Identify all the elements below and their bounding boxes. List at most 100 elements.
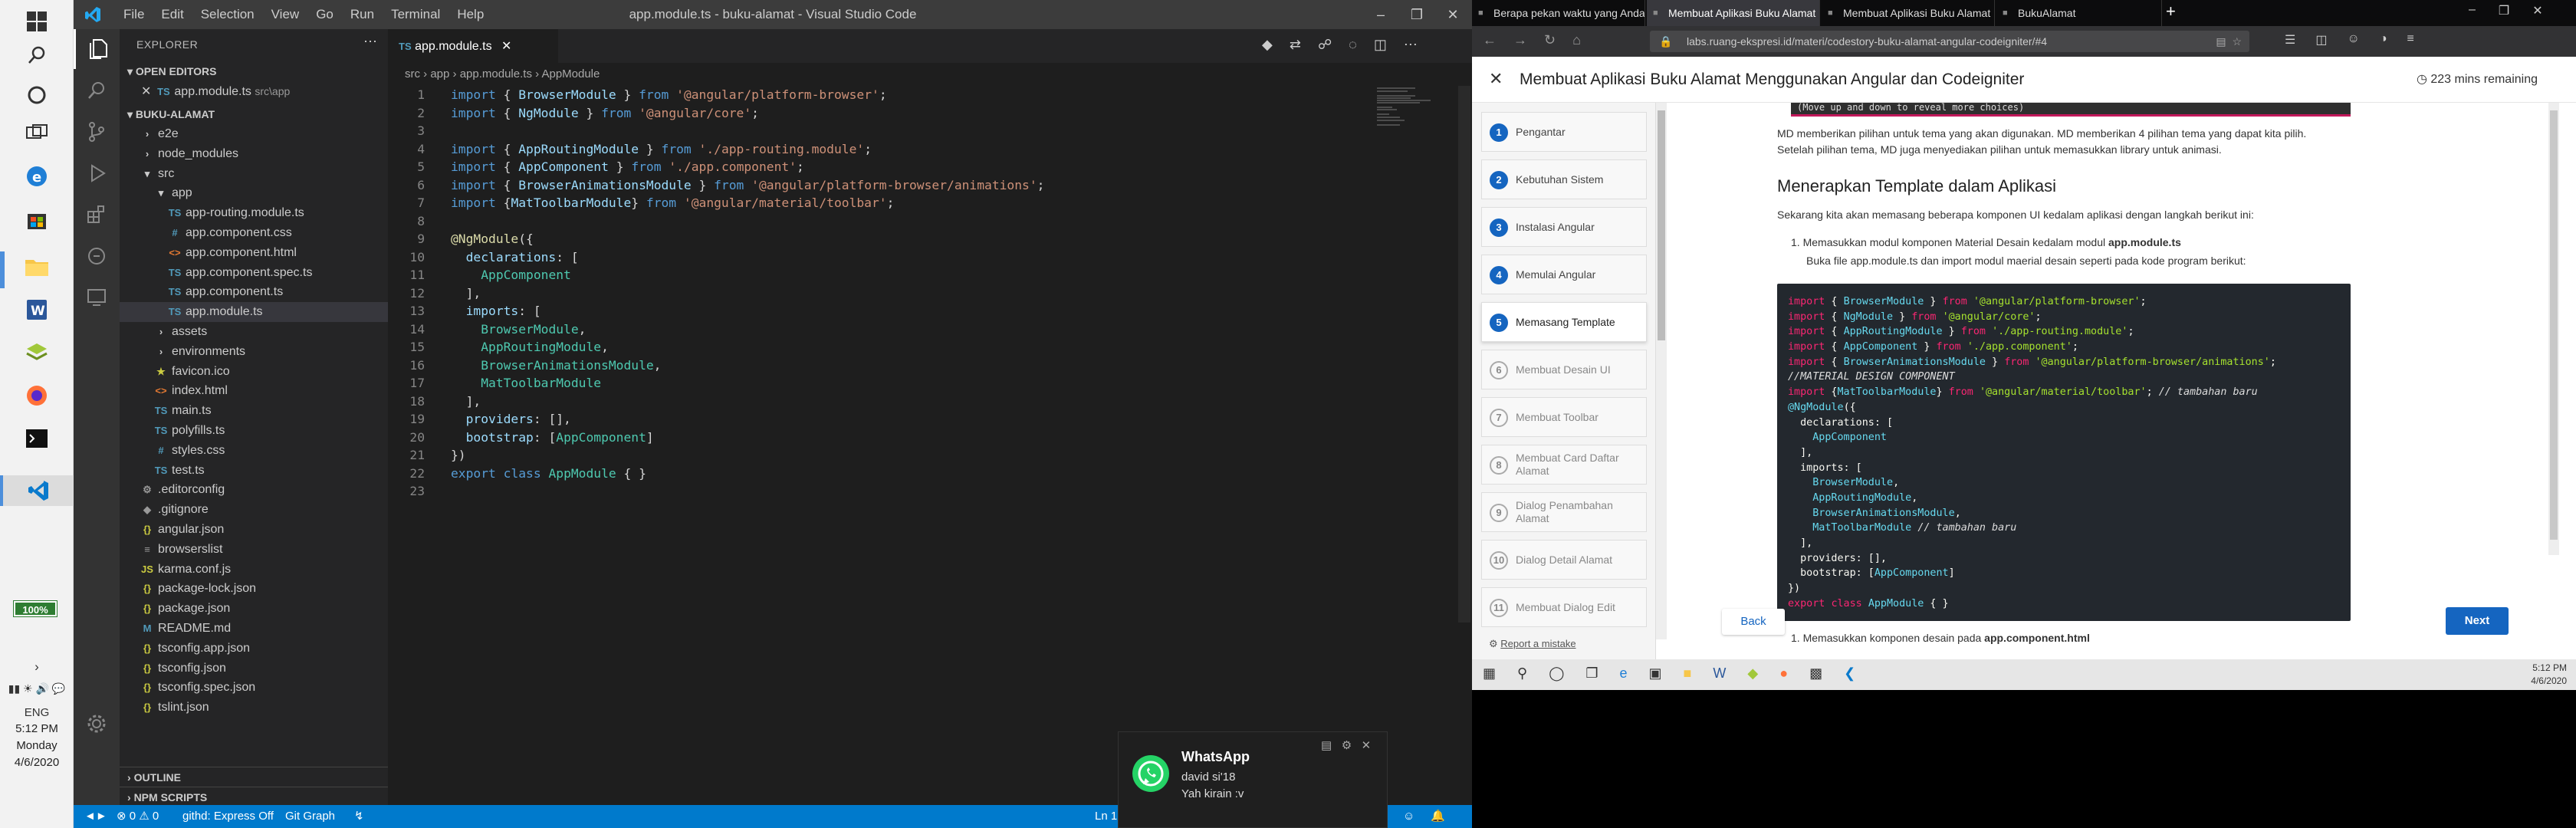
remote-icon[interactable]: ◄► xyxy=(84,805,107,828)
git-graph-icon[interactable]: ☍ xyxy=(1318,37,1332,53)
breadcrumb-item[interactable]: app xyxy=(430,67,449,80)
breadcrumb-item[interactable]: AppModule xyxy=(541,67,600,80)
menu-go[interactable]: Go xyxy=(307,7,342,22)
file-item[interactable]: ★ favicon.ico xyxy=(120,362,388,382)
step-item-10[interactable]: 10 Dialog Detail Alamat xyxy=(1481,540,1647,580)
sidebar-icon[interactable]: ◫ xyxy=(2315,32,2327,48)
pin-icon[interactable]: ▤ xyxy=(1321,739,1332,752)
taskbar-clock[interactable]: 5:12 PM Monday 4/6/2020 xyxy=(0,721,74,771)
code-line[interactable]: @NgModule({ xyxy=(451,230,534,248)
file-item[interactable]: {} angular.json xyxy=(120,520,388,540)
tray-icons[interactable]: ▮▮ ☀ 🔊 💬 xyxy=(6,682,67,695)
folder-item[interactable]: › environments xyxy=(120,342,388,362)
file-explorer-icon[interactable] xyxy=(21,251,52,282)
code-line[interactable]: BrowserAnimationsModule, xyxy=(451,356,661,375)
editor-scrollbar[interactable] xyxy=(1458,86,1470,623)
restore-button[interactable]: ❐ xyxy=(2499,3,2509,18)
app-stack-icon[interactable]: ◆ xyxy=(1747,665,1758,682)
code-line[interactable]: declarations: [ xyxy=(451,248,579,267)
menu-run[interactable]: Run xyxy=(342,7,383,22)
menu-help[interactable]: Help xyxy=(449,7,492,22)
code-line[interactable]: providers: [], xyxy=(451,410,571,429)
back-arrow-icon[interactable]: ← xyxy=(1483,32,1497,48)
git-graph-status[interactable]: Git Graph xyxy=(285,805,335,828)
browser-tab[interactable]: ■ Membuat Aplikasi Buku Alamat M xyxy=(1647,0,1820,26)
run-debug-icon[interactable] xyxy=(74,153,120,193)
page-scrollbar[interactable] xyxy=(2548,103,2559,555)
code-line[interactable]: import { BrowserModule } from '@angular/… xyxy=(451,86,887,104)
reader-view-icon[interactable]: ▤ xyxy=(2216,35,2226,48)
code-line[interactable]: }) xyxy=(451,446,466,465)
code-line[interactable]: ], xyxy=(451,284,481,303)
file-item[interactable]: ◆ .gitignore xyxy=(120,500,388,520)
url-bar[interactable]: 🔒 labs.ruang-ekspresi.id/materi/codestor… xyxy=(1650,31,2249,52)
file-item[interactable]: ≡ browserslist xyxy=(120,540,388,560)
open-editor-item[interactable]: ✕ TS app.module.ts src\app xyxy=(120,81,388,101)
step-item-7[interactable]: 7 Membuat Toolbar xyxy=(1481,397,1647,437)
step-item-4[interactable]: 4 Memulai Angular xyxy=(1481,255,1647,294)
windows-start-icon[interactable]: ▦ xyxy=(1483,665,1496,682)
tab-app-module[interactable]: TS app.module.ts ✕ xyxy=(388,29,558,63)
menu-edit[interactable]: Edit xyxy=(153,7,192,22)
report-mistake-link[interactable]: ⚙ Report a mistake xyxy=(1489,638,1576,650)
new-tab-icon[interactable]: + xyxy=(2166,2,2176,21)
bell-icon[interactable]: 🔔 xyxy=(1431,805,1445,828)
language-indicator[interactable]: ENG xyxy=(6,706,67,719)
cursor-position[interactable]: Ln 1 xyxy=(1095,805,1117,828)
cortana-icon[interactable]: ◯ xyxy=(1549,665,1564,682)
file-item[interactable]: <> index.html xyxy=(120,381,388,401)
source-control-icon[interactable] xyxy=(74,112,120,152)
browser-tab[interactable]: ■ BukuAlamat xyxy=(1996,0,2162,26)
split-editor-icon[interactable]: ◫ xyxy=(1374,37,1387,53)
file-item[interactable]: # app.component.css xyxy=(120,223,388,243)
project-section[interactable]: ▾ BUKU-ALAMAT xyxy=(120,104,388,124)
taskbar-clock-secondary[interactable]: 5:12 PM 4/6/2020 xyxy=(2531,662,2567,688)
minimap[interactable] xyxy=(1377,86,1446,132)
next-button[interactable]: Next xyxy=(2446,607,2509,635)
code-line[interactable]: imports: [ xyxy=(451,302,541,320)
remote-explorer-icon[interactable] xyxy=(74,278,120,317)
menu-selection[interactable]: Selection xyxy=(192,7,263,22)
open-editors-section[interactable]: ▾ OPEN EDITORS xyxy=(120,61,388,81)
file-item[interactable]: TS app-routing.module.ts xyxy=(120,203,388,223)
git-graph-icon[interactable] xyxy=(74,236,120,276)
search-icon[interactable] xyxy=(74,71,120,110)
file-item[interactable]: TS polyfills.ts xyxy=(120,421,388,441)
browser-tab[interactable]: ■ Berapa pekan waktu yang Anda xyxy=(1472,0,1645,26)
firefox-icon[interactable] xyxy=(21,380,52,411)
file-item[interactable]: TS app.module.ts xyxy=(120,302,388,323)
minimize-button[interactable]: – xyxy=(1362,0,1400,29)
file-item[interactable]: TS main.ts xyxy=(120,401,388,421)
open-changes-icon[interactable]: ◌ xyxy=(1349,37,1357,53)
file-item[interactable]: ⚙ .editorconfig xyxy=(120,480,388,500)
feedback-icon[interactable]: ☺ xyxy=(1403,805,1414,828)
extensions-icon[interactable] xyxy=(74,195,120,235)
restore-button[interactable]: ❐ xyxy=(1398,0,1436,29)
gear-icon[interactable]: ⚙ xyxy=(1342,739,1352,752)
code-line[interactable]: ], xyxy=(451,393,481,411)
code-line[interactable]: export class AppModule { } xyxy=(451,465,646,483)
file-item[interactable]: TS app.component.spec.ts xyxy=(120,263,388,283)
explorer-icon[interactable] xyxy=(74,29,120,69)
code-line[interactable]: AppRoutingModule, xyxy=(451,338,609,356)
folder-item[interactable]: › node_modules xyxy=(120,144,388,164)
library-icon[interactable]: ☰ xyxy=(2285,32,2295,48)
menu-terminal[interactable]: Terminal xyxy=(383,7,449,22)
close-icon[interactable]: ✕ xyxy=(141,85,151,98)
file-item[interactable]: {} package.json xyxy=(120,599,388,619)
code-line[interactable]: bootstrap: [AppComponent] xyxy=(451,429,654,447)
step-item-1[interactable]: 1 Pengantar xyxy=(1481,112,1647,152)
task-view-icon[interactable]: ❐ xyxy=(1585,665,1598,682)
file-item[interactable]: # styles.css xyxy=(120,441,388,461)
code-line[interactable]: BrowserModule, xyxy=(451,320,586,339)
file-item[interactable]: {} tsconfig.json xyxy=(120,659,388,678)
code-line[interactable]: import { BrowserAnimationsModule } from … xyxy=(451,176,1044,195)
step-item-8[interactable]: 8 Membuat Card Daftar Alamat xyxy=(1481,445,1647,485)
cortana-icon[interactable] xyxy=(21,80,52,110)
code-editor[interactable]: 1 import { BrowserModule } from '@angular… xyxy=(388,86,1472,807)
diamond-icon[interactable]: ◆ xyxy=(1262,37,1273,53)
close-button[interactable]: ✕ xyxy=(2532,3,2542,18)
menu-file[interactable]: File xyxy=(115,7,153,22)
step-item-9[interactable]: 9 Dialog Penambahan Alamat xyxy=(1481,492,1647,532)
githd-status[interactable]: githd: Express Off xyxy=(182,805,274,828)
